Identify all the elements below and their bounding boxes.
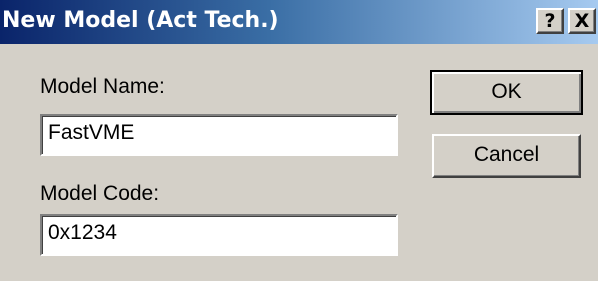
cancel-button[interactable]: Cancel bbox=[432, 134, 581, 178]
ok-button[interactable]: OK bbox=[430, 70, 583, 115]
model-name-label: Model Name: bbox=[40, 75, 165, 98]
model-name-field[interactable]: FastVME bbox=[40, 114, 398, 156]
help-button[interactable]: ? bbox=[536, 8, 564, 34]
window-title: New Model (Act Tech.) bbox=[2, 8, 279, 33]
model-code-field[interactable]: 0x1234 bbox=[40, 214, 398, 256]
title-bar[interactable]: New Model (Act Tech.) ? X bbox=[0, 0, 598, 44]
model-code-label: Model Code: bbox=[40, 182, 160, 205]
new-model-dialog: New Model (Act Tech.) ? X Model Name: Fa… bbox=[0, 0, 598, 281]
close-button[interactable]: X bbox=[568, 8, 596, 34]
